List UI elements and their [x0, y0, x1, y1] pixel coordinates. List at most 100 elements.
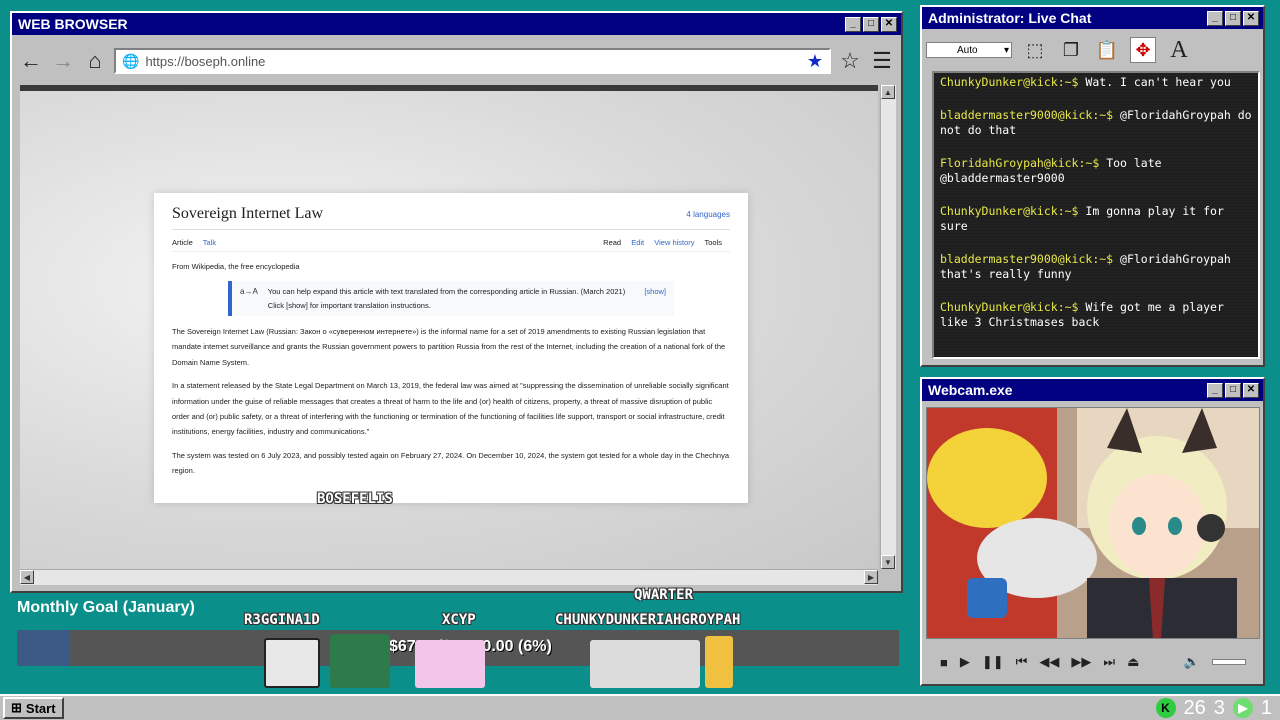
webcam-titlebar[interactable]: Webcam.exe _ □ ✕ — [922, 379, 1263, 401]
action-read[interactable]: Read — [603, 238, 621, 247]
scroll-right-arrow-icon[interactable]: ▶ — [864, 570, 878, 584]
skip-back-icon[interactable]: ⏮ — [1016, 654, 1028, 670]
chatter-name: CHUNKYDUNKERIAHGROYPAH — [555, 612, 741, 628]
chatter-name: XCYP — [442, 612, 476, 628]
article-title: Sovereign Internet Law — [172, 205, 324, 222]
chat-username[interactable]: FloridahGroypah@kick:~$ — [940, 156, 1099, 170]
page-viewport: Sovereign Internet Law 4 languages Artic… — [20, 85, 878, 569]
chat-window: Administrator: Live Chat _ □ ✕ Auto ▾ ⬚ … — [920, 5, 1265, 367]
chat-message: bladdermaster9000@kick:~$ @FloridahGroyp… — [940, 252, 1252, 283]
article-source: From Wikipedia, the free encyclopedia — [172, 262, 300, 271]
volume-icon[interactable]: 🔈 — [1184, 654, 1200, 670]
action-tools[interactable]: Tools — [704, 238, 722, 247]
article-paragraph: In a statement released by the State Leg… — [172, 381, 729, 437]
start-label: Start — [25, 700, 56, 716]
close-button[interactable]: ✕ — [1243, 382, 1259, 398]
article-heading: Sovereign Internet Law 4 languages — [172, 205, 730, 230]
address-text[interactable]: https://boseph.online — [145, 54, 806, 69]
chatter-sprite — [330, 634, 390, 688]
article-paragraph: The system was tested on 6 July 2023, an… — [172, 450, 729, 475]
close-button[interactable]: ✕ — [881, 16, 897, 32]
wiki-article: Sovereign Internet Law 4 languages Artic… — [154, 193, 748, 503]
chat-message: ChunkyDunker@kick:~$ Wife got me a playe… — [940, 300, 1252, 331]
maximize-button[interactable]: □ — [1225, 10, 1241, 26]
webcam-title: Webcam.exe — [928, 382, 1013, 398]
minimize-button[interactable]: _ — [1207, 382, 1223, 398]
horizontal-scrollbar[interactable]: ◀ ▶ — [20, 569, 878, 585]
article-tabs: Article Talk Read Edit View history Tool… — [172, 238, 730, 252]
home-icon[interactable]: ⌂ — [82, 48, 108, 74]
mode-select-value: Auto — [957, 44, 978, 56]
minimize-button[interactable]: _ — [845, 16, 861, 32]
chat-username[interactable]: ChunkyDunker@kick:~$ — [940, 300, 1078, 314]
eject-icon[interactable]: ⏏ — [1127, 654, 1139, 670]
move-icon[interactable]: ✥ — [1130, 37, 1156, 63]
vertical-scrollbar[interactable]: ▲ ▼ — [880, 85, 896, 569]
chat-toolbar: Auto ▾ ⬚ ❐ 📋 ✥ A — [922, 29, 1263, 71]
taskbar: ⊞ Start K 26 3 ▶ 1 — [0, 694, 1280, 720]
chat-log[interactable]: ChunkyDunker@kick:~$ Wat. I can't hear y… — [932, 71, 1260, 359]
action-history[interactable]: View history — [654, 238, 694, 247]
paste-icon[interactable]: 📋 — [1094, 37, 1120, 63]
maximize-button[interactable]: □ — [1225, 382, 1241, 398]
scroll-up-arrow-icon[interactable]: ▲ — [881, 85, 895, 99]
copy-icon[interactable]: ❐ — [1058, 37, 1084, 63]
stream-watermark: BOSEFELIS — [317, 491, 393, 507]
translate-icon: a→A — [240, 287, 258, 296]
fast-forward-icon[interactable]: ▶▶ — [1071, 654, 1091, 670]
action-edit[interactable]: Edit — [631, 238, 644, 247]
volume-slider[interactable] — [1212, 659, 1246, 665]
viewer-count: 1 — [1260, 696, 1272, 719]
minimize-button[interactable]: _ — [1207, 10, 1223, 26]
chatter-name: R3GGINA1D — [244, 612, 320, 628]
chat-username[interactable]: ChunkyDunker@kick:~$ — [940, 75, 1078, 89]
chat-titlebar[interactable]: Administrator: Live Chat _ □ ✕ — [922, 7, 1263, 29]
kick-icon: K — [1155, 698, 1176, 718]
scroll-down-arrow-icon[interactable]: ▼ — [881, 555, 895, 569]
chatter-sprite — [415, 640, 485, 688]
close-button[interactable]: ✕ — [1243, 10, 1259, 26]
goal-progress-fill — [17, 630, 70, 666]
font-icon[interactable]: A — [1166, 37, 1192, 63]
start-button[interactable]: ⊞ Start — [3, 697, 64, 719]
cozy-count: 3 — [1213, 696, 1225, 719]
browser-title: WEB BROWSER — [18, 16, 128, 32]
goal-label: Monthly Goal (January) — [17, 599, 195, 616]
bookmark-star-icon[interactable]: ★ — [807, 51, 823, 72]
chat-message: bladdermaster9000@kick:~$ @FloridahGroyp… — [940, 108, 1252, 139]
chat-username[interactable]: bladdermaster9000@kick:~$ — [940, 108, 1113, 122]
select-rect-icon[interactable]: ⬚ — [1022, 37, 1048, 63]
browser-window: WEB BROWSER _ □ ✕ ← → ⌂ 🌐 https://boseph… — [10, 11, 903, 593]
play-circle-icon: ▶ — [1232, 698, 1253, 718]
languages-link[interactable]: 4 languages — [686, 210, 730, 219]
notice-text: You can help expand this article with te… — [267, 287, 626, 310]
forward-arrow-icon[interactable]: → — [50, 48, 76, 74]
address-bar[interactable]: 🌐 https://boseph.online ★ — [114, 48, 831, 74]
browser-titlebar[interactable]: WEB BROWSER _ □ ✕ — [12, 13, 901, 35]
tab-article[interactable]: Article — [172, 238, 193, 247]
skip-forward-icon[interactable]: ⏭ — [1103, 654, 1115, 670]
kick-count: 26 — [1183, 696, 1206, 719]
play-icon[interactable]: ▶ — [960, 654, 970, 670]
chatter-sprite — [705, 636, 733, 688]
vtuber-avatar-image — [927, 408, 1259, 638]
mode-select[interactable]: Auto ▾ — [926, 42, 1012, 58]
stop-icon[interactable]: ■ — [940, 655, 948, 670]
notice-show-link[interactable]: [show] — [644, 285, 666, 312]
tab-talk[interactable]: Talk — [203, 238, 216, 247]
menu-icon[interactable]: ☰ — [869, 48, 895, 74]
chat-message: ChunkyDunker@kick:~$ Wat. I can't hear y… — [940, 75, 1252, 91]
chatter-sprite — [590, 640, 700, 688]
scroll-left-arrow-icon[interactable]: ◀ — [20, 570, 34, 584]
maximize-button[interactable]: □ — [863, 16, 879, 32]
chevron-down-icon: ▾ — [1003, 44, 1009, 56]
favorites-icon[interactable]: ☆ — [837, 48, 863, 74]
rewind-icon[interactable]: ◀◀ — [1039, 654, 1059, 670]
browser-navbar: ← → ⌂ 🌐 https://boseph.online ★ ☆ ☰ — [12, 35, 901, 87]
chat-username[interactable]: ChunkyDunker@kick:~$ — [940, 204, 1078, 218]
tray-stats: K 26 3 ▶ 1 — [1155, 696, 1272, 720]
chat-username[interactable]: bladdermaster9000@kick:~$ — [940, 252, 1113, 266]
pause-icon[interactable]: ❚❚ — [982, 654, 1004, 670]
back-arrow-icon[interactable]: ← — [18, 48, 44, 74]
windows-logo-icon: ⊞ — [11, 700, 22, 715]
